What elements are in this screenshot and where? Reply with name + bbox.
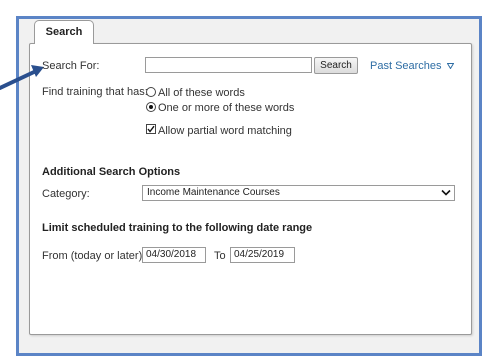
find-training-label: Find training that has: (42, 86, 148, 98)
partial-match-checkbox[interactable] (146, 124, 156, 134)
triangle-down-icon (446, 63, 454, 70)
radio-all-words-label: All of these words (158, 87, 245, 99)
to-date-label: To (214, 250, 226, 262)
chevron-down-icon (441, 189, 451, 196)
past-searches-link[interactable]: Past Searches (370, 60, 454, 72)
category-label: Category: (42, 188, 90, 200)
search-input[interactable] (145, 57, 312, 73)
tab-search[interactable]: Search (34, 20, 94, 44)
category-select-value: Income Maintenance Courses (147, 187, 280, 198)
radio-all-words[interactable] (146, 87, 156, 97)
partial-match-label: Allow partial word matching (158, 125, 292, 137)
from-date-input[interactable] (142, 247, 206, 263)
date-range-heading: Limit scheduled training to the followin… (42, 222, 313, 234)
to-date-input[interactable] (230, 247, 295, 263)
category-select[interactable]: Income Maintenance Courses (142, 185, 455, 201)
tab-search-label: Search (45, 26, 83, 38)
pointer-arrow-icon (0, 65, 44, 90)
radio-one-or-more-words-label: One or more of these words (158, 102, 295, 114)
past-searches-label: Past Searches (370, 60, 442, 72)
radio-one-or-more-words[interactable] (146, 102, 156, 112)
checkmark-icon (147, 125, 155, 133)
search-for-label: Search For: (42, 60, 100, 72)
search-button[interactable]: Search (314, 57, 358, 74)
additional-options-heading: Additional Search Options (42, 166, 181, 178)
from-date-label: From (today or later) (42, 250, 143, 262)
